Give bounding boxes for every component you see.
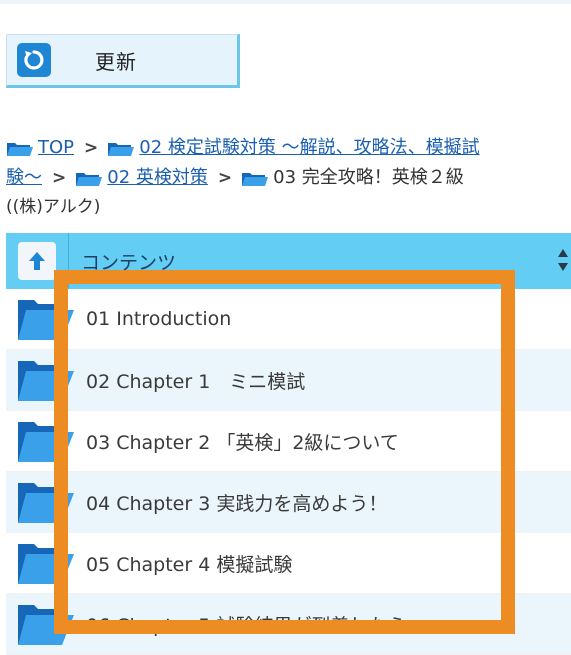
folder-icon <box>108 143 135 156</box>
highlight-box <box>54 270 515 634</box>
sort-icon[interactable] <box>557 247 569 273</box>
chevron-right-icon: > <box>217 168 233 188</box>
folder-icon <box>7 143 33 156</box>
top-bar <box>0 0 571 4</box>
breadcrumb-link-exam-prep-cont[interactable]: 験〜 <box>6 163 42 193</box>
breadcrumb-link-eiken[interactable]: 02 英検対策 <box>107 163 208 193</box>
refresh-label: 更新 <box>95 49 137 74</box>
chevron-right-icon: > <box>52 168 67 188</box>
folder-icon <box>242 173 269 186</box>
breadcrumb: TOP > 02 検定試験対策 〜解説、攻略法、模擬試 験〜 > 02 英検対策… <box>6 133 571 221</box>
arrow-up-icon <box>29 252 45 270</box>
breadcrumb-current: 03 完全攻略！英検２級 <box>273 167 464 188</box>
breadcrumb-link-exam-prep[interactable]: 02 検定試験対策 〜解説、攻略法、模擬試 <box>139 133 479 163</box>
folder-icon <box>76 173 103 186</box>
refresh-button[interactable]: 更新 <box>6 34 240 88</box>
breadcrumb-link-top[interactable]: TOP <box>38 133 74 163</box>
up-folder-button[interactable] <box>18 242 56 280</box>
refresh-icon <box>17 43 51 77</box>
breadcrumb-current-cont: ((株)アルク) <box>6 197 101 217</box>
chevron-right-icon: > <box>84 138 99 158</box>
